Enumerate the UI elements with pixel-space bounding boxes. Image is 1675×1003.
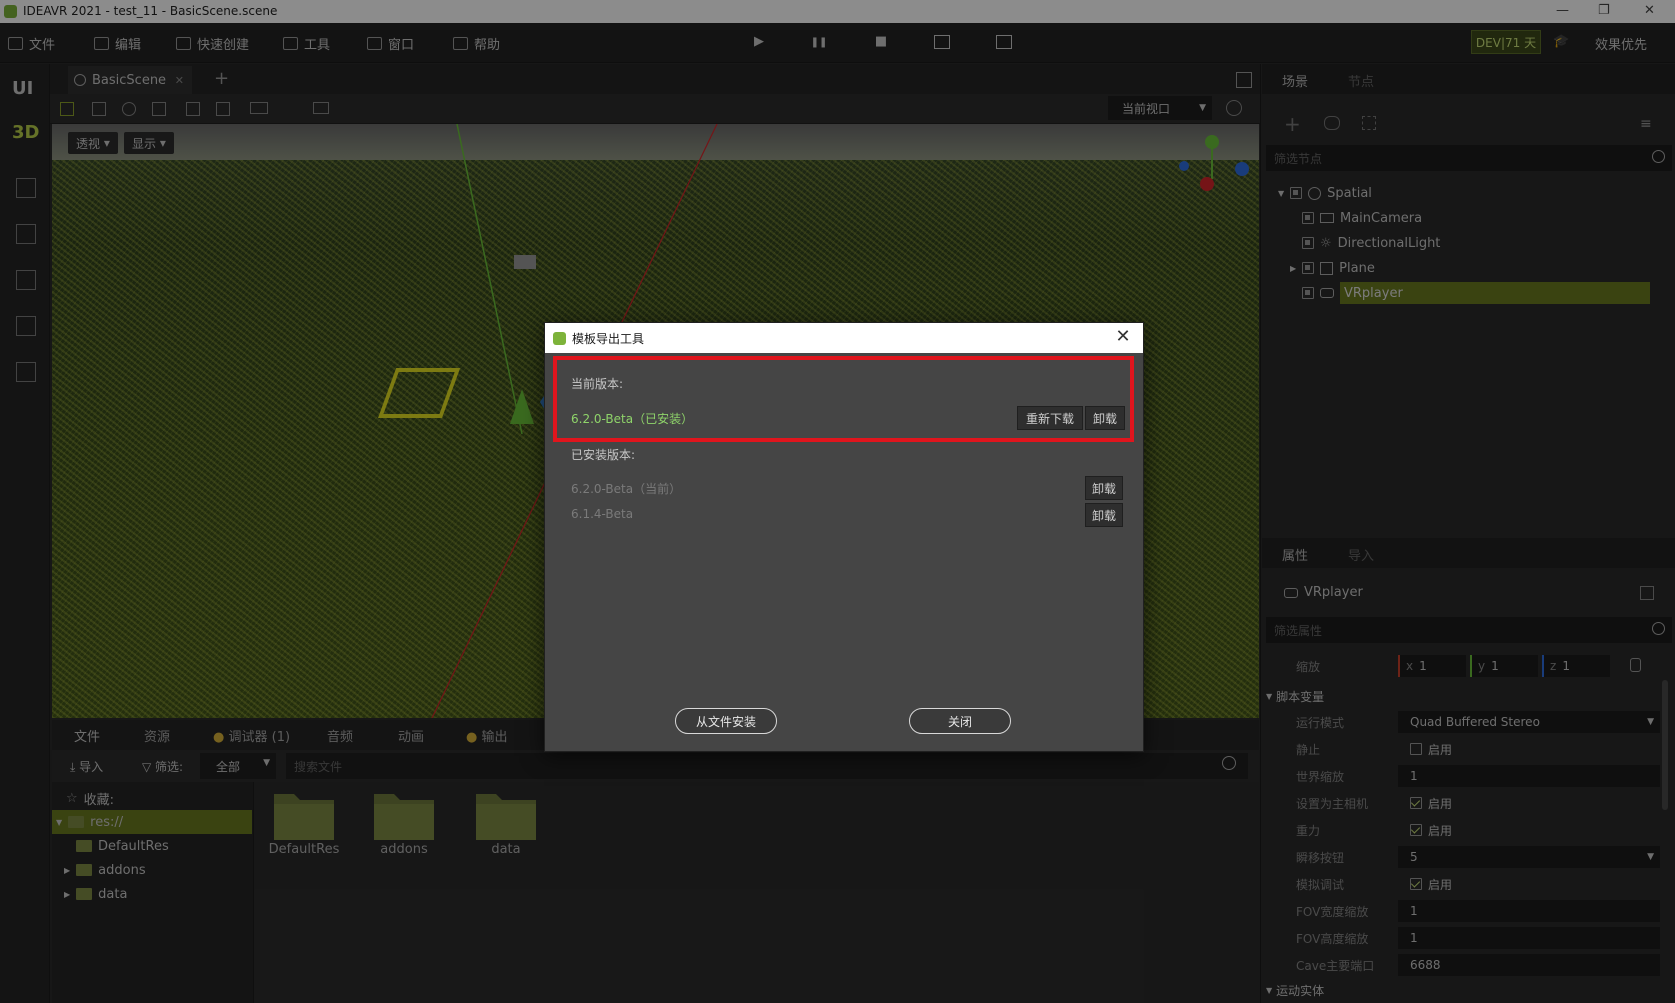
close-dialog-button[interactable]: 关闭 bbox=[909, 708, 1011, 734]
uninstall-version-button[interactable]: 卸载 bbox=[1085, 476, 1123, 500]
dialog-title: 模板导出工具 bbox=[572, 331, 645, 346]
dialog-titlebar: 模板导出工具 bbox=[545, 323, 1143, 353]
dialog-close-button[interactable]: ✕ bbox=[1113, 328, 1133, 348]
current-version-value: 6.2.0-Beta（已安装） bbox=[571, 412, 694, 426]
current-version-label: 当前版本: bbox=[571, 377, 624, 391]
installed-version-item: 6.1.4-Beta bbox=[571, 507, 634, 521]
redownload-button[interactable]: 重新下载 bbox=[1017, 406, 1083, 430]
installed-versions-list: 6.2.0-Beta（当前） 卸载 6.1.4-Beta 卸载 bbox=[563, 466, 1129, 660]
install-from-file-button[interactable]: 从文件安装 bbox=[675, 708, 777, 734]
uninstall-current-button[interactable]: 卸载 bbox=[1085, 406, 1125, 430]
app-logo-icon bbox=[553, 331, 566, 345]
installed-version-item: 6.2.0-Beta（当前） bbox=[571, 482, 682, 496]
installed-versions-label: 已安装版本: bbox=[571, 448, 636, 462]
uninstall-version-button[interactable]: 卸载 bbox=[1085, 503, 1123, 527]
export-templates-dialog: 模板导出工具 ✕ 当前版本: 6.2.0-Beta（已安装） 重新下载 卸载 已… bbox=[544, 322, 1144, 752]
